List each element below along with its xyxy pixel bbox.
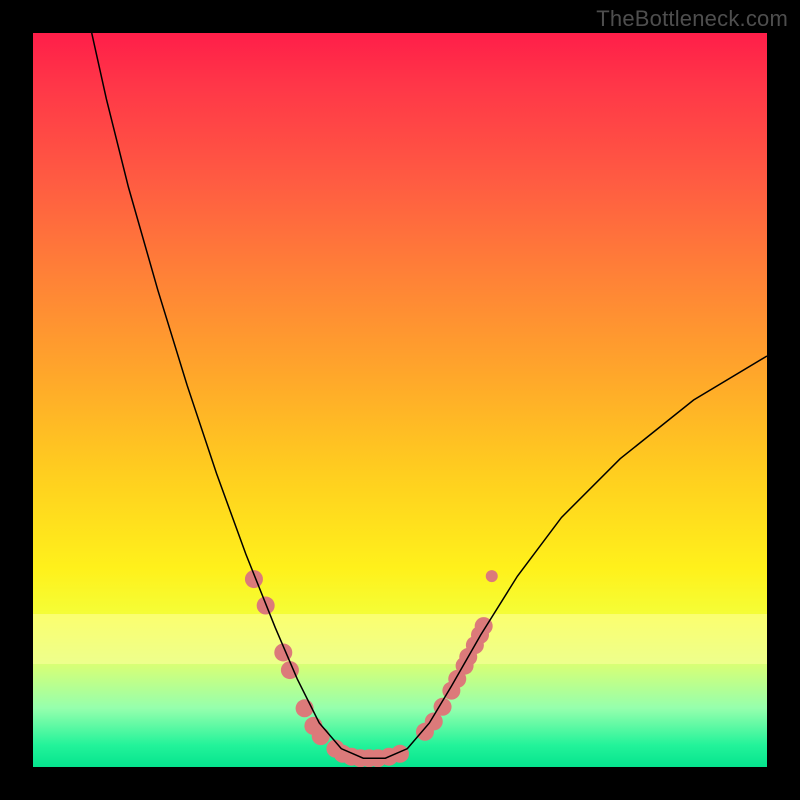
right-single-marker [486, 570, 498, 582]
curve-svg [33, 33, 767, 767]
chart-container: TheBottleneck.com [0, 0, 800, 800]
data-marker [486, 570, 498, 582]
data-marker [296, 699, 314, 717]
data-marker [312, 727, 330, 745]
attribution-text: TheBottleneck.com [596, 6, 788, 32]
plot-area [33, 33, 767, 767]
left-marker-group [245, 570, 409, 767]
bottleneck-curve [92, 33, 767, 758]
